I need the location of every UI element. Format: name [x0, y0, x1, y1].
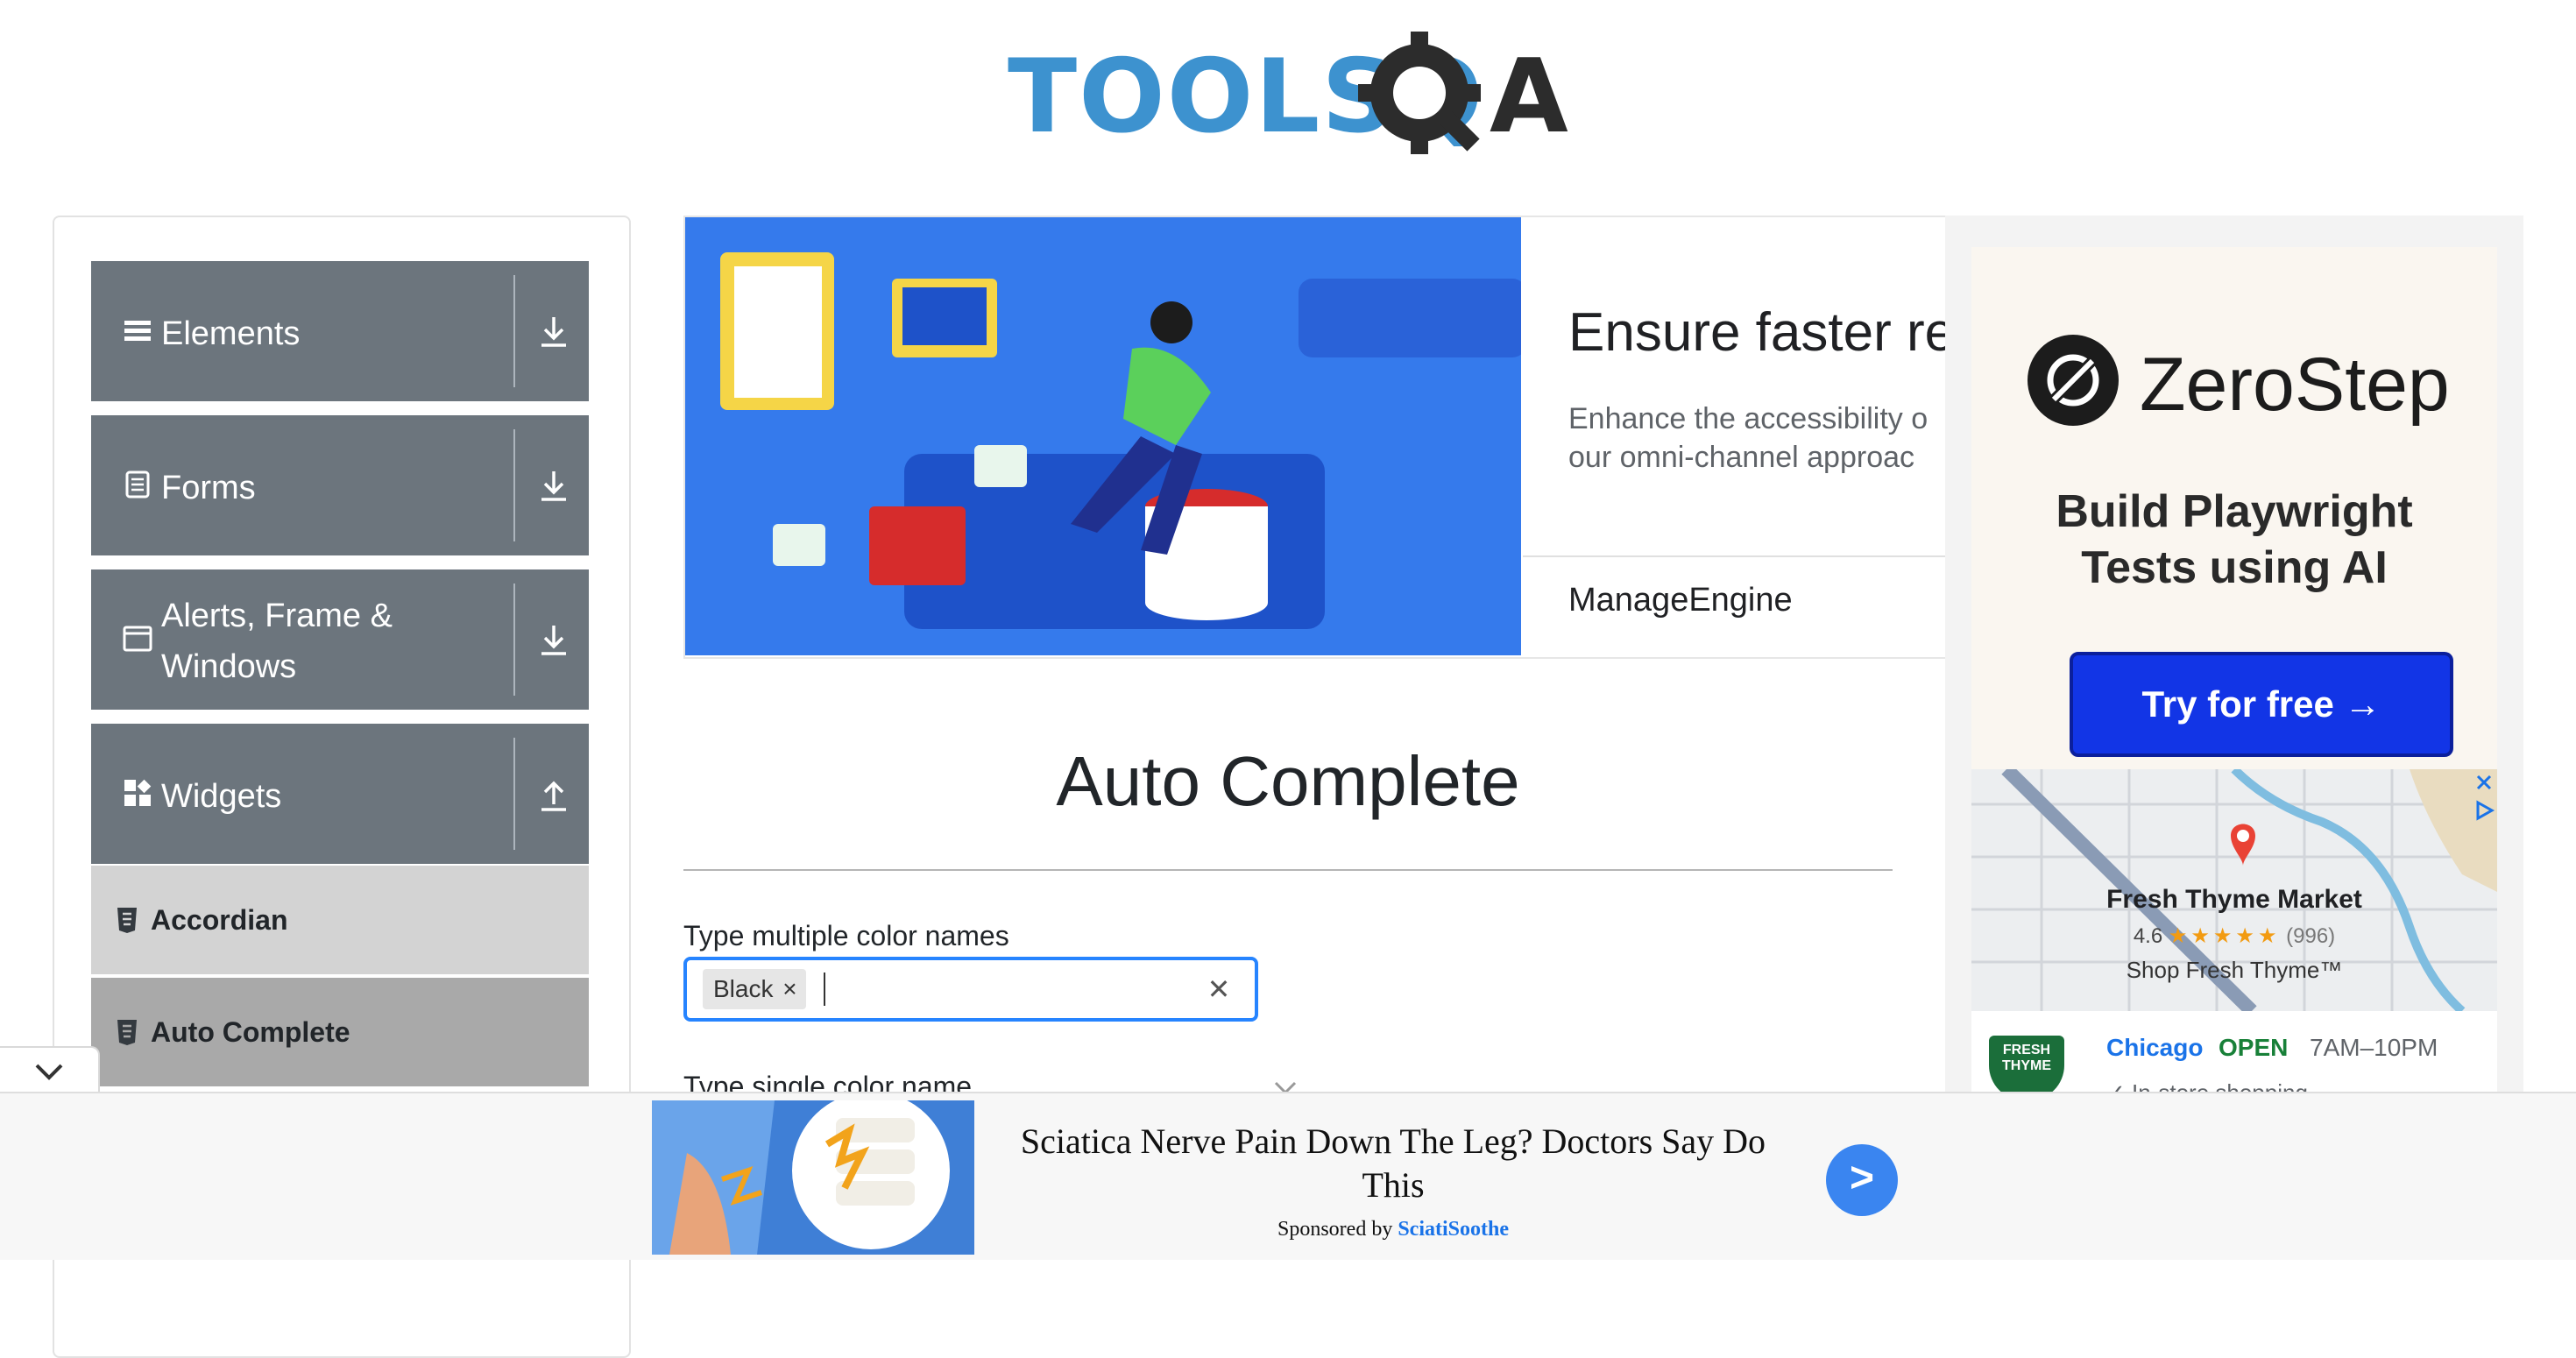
sidebar-item-label: Auto Complete: [151, 1016, 350, 1048]
color-chip: Black ×: [703, 969, 807, 1009]
sidebar-group-widgets[interactable]: Widgets: [91, 724, 589, 864]
zerostep-logo-icon: [2028, 335, 2119, 426]
download-icon[interactable]: [534, 466, 573, 505]
top-banner-ad[interactable]: Ensure faster res Enhance the accessibil…: [683, 216, 1949, 659]
sidebar-item-accordian[interactable]: Accordian: [91, 866, 589, 974]
divider: [513, 429, 515, 541]
store-city[interactable]: Chicago: [2106, 1034, 2203, 1062]
bottom-sticky-ad[interactable]: Sciatica Nerve Pain Down The Leg? Doctor…: [0, 1092, 2576, 1260]
chip-label: Black: [713, 975, 774, 1002]
sponsor-name[interactable]: SciatiSoothe: [1398, 1218, 1509, 1241]
chevron-down-icon: [35, 1064, 63, 1080]
divider: [1523, 555, 1947, 557]
multi-color-label: Type multiple color names: [683, 920, 1009, 951]
divider: [683, 869, 1893, 871]
close-icon[interactable]: [2473, 771, 2495, 794]
ad-description: Enhance the accessibility o our omni-cha…: [1568, 400, 1947, 477]
try-for-free-button[interactable]: Try for free →: [2070, 652, 2453, 757]
sidebar-group-label: Elements: [161, 315, 301, 352]
ad-thumbnail: [652, 1100, 974, 1255]
store-subtitle: Shop Fresh Thyme™: [2126, 957, 2343, 983]
tagline-line-2: Tests using AI: [2081, 542, 2388, 593]
multi-color-input[interactable]: Black × ✕: [683, 957, 1258, 1022]
store-status: OPEN: [2219, 1034, 2289, 1061]
adchoices-icon[interactable]: [2473, 799, 2495, 822]
upload-icon[interactable]: [534, 774, 573, 813]
list-icon: [124, 321, 151, 341]
bottom-ad-sponsor: Sponsored by SciatiSoothe: [1008, 1218, 1779, 1241]
logo-text-a: A: [1490, 38, 1570, 156]
sidebar-group-forms[interactable]: Forms: [91, 415, 589, 555]
sidebar-group-label: Forms: [161, 470, 256, 506]
divider: [513, 738, 515, 850]
chip-remove-icon[interactable]: ×: [773, 969, 806, 1009]
label-line-2: Windows: [161, 648, 297, 685]
divider: [513, 275, 515, 387]
store-feature: ✓ In-store shopping: [2106, 1079, 2308, 1092]
fresh-thyme-logo: FRESH THYME: [1989, 1036, 2064, 1092]
ad-illustration: [685, 217, 1521, 655]
html5-icon: [117, 908, 137, 933]
label-line-1: Alerts, Frame &: [161, 598, 393, 634]
sidebar-group-label: Widgets: [161, 778, 282, 815]
collapse-ad-button[interactable]: [0, 1046, 100, 1099]
bottom-ad-go-button[interactable]: >: [1826, 1144, 1898, 1216]
page-title: Auto Complete: [1056, 742, 1520, 820]
sidebar-item-auto-complete[interactable]: Auto Complete: [91, 978, 589, 1086]
download-icon[interactable]: [534, 620, 573, 659]
store-listing[interactable]: FRESH THYME Chicago OPEN 7AM–10PM ✓ In-s…: [1971, 1011, 2497, 1092]
text-caret: [824, 973, 825, 1006]
store-hours: 7AM–10PM: [2310, 1034, 2438, 1061]
html5-icon: [117, 1020, 137, 1045]
zerostep-tagline: Build Playwright Tests using AI: [1998, 484, 2471, 596]
ad-headline[interactable]: Ensure faster res: [1568, 301, 1947, 364]
sidebar-group-alerts-frame-windows[interactable]: Alerts, Frame & Windows: [91, 569, 589, 710]
rating-count: (996): [2286, 924, 2336, 948]
zerostep-brand: ZeroStep: [2140, 343, 2450, 427]
toolsqa-logo[interactable]: TOOLSQ A: [1008, 25, 1577, 165]
ad-brand[interactable]: ManageEngine: [1568, 582, 1793, 619]
clear-all-icon[interactable]: ✕: [1199, 969, 1239, 1009]
tagline-line-1: Build Playwright: [2056, 486, 2413, 537]
bottom-ad-headline[interactable]: Sciatica Nerve Pain Down The Leg? Doctor…: [1008, 1120, 1779, 1207]
sidebar-group-label: Alerts, Frame & Windows: [161, 591, 393, 692]
sidebar-group-elements[interactable]: Elements: [91, 261, 589, 401]
ad-desc-line-1: Enhance the accessibility o: [1568, 402, 1928, 435]
document-icon: [125, 470, 150, 499]
window-icon: [123, 626, 152, 652]
sidebar-item-label: Accordian: [151, 904, 288, 936]
store-rating: 4.6 ★★★★★ (996): [1971, 923, 2497, 949]
rating-stars: ★★★★★: [2168, 924, 2281, 948]
rating-value: 4.6: [2133, 924, 2163, 948]
store-name: Fresh Thyme Market: [2106, 885, 2362, 914]
widgets-icon: [124, 779, 152, 806]
store-map[interactable]: Fresh Thyme Market 4.6 ★★★★★ (996) Shop …: [1971, 769, 2497, 1011]
download-icon[interactable]: [534, 312, 573, 350]
ad-desc-line-2: our omni-channel approac: [1568, 441, 1915, 474]
divider: [513, 584, 515, 696]
sponsored-prefix: Sponsored by: [1277, 1218, 1393, 1241]
right-sidebar-ad[interactable]: ZeroStep Build Playwright Tests using AI…: [1945, 216, 2523, 1092]
